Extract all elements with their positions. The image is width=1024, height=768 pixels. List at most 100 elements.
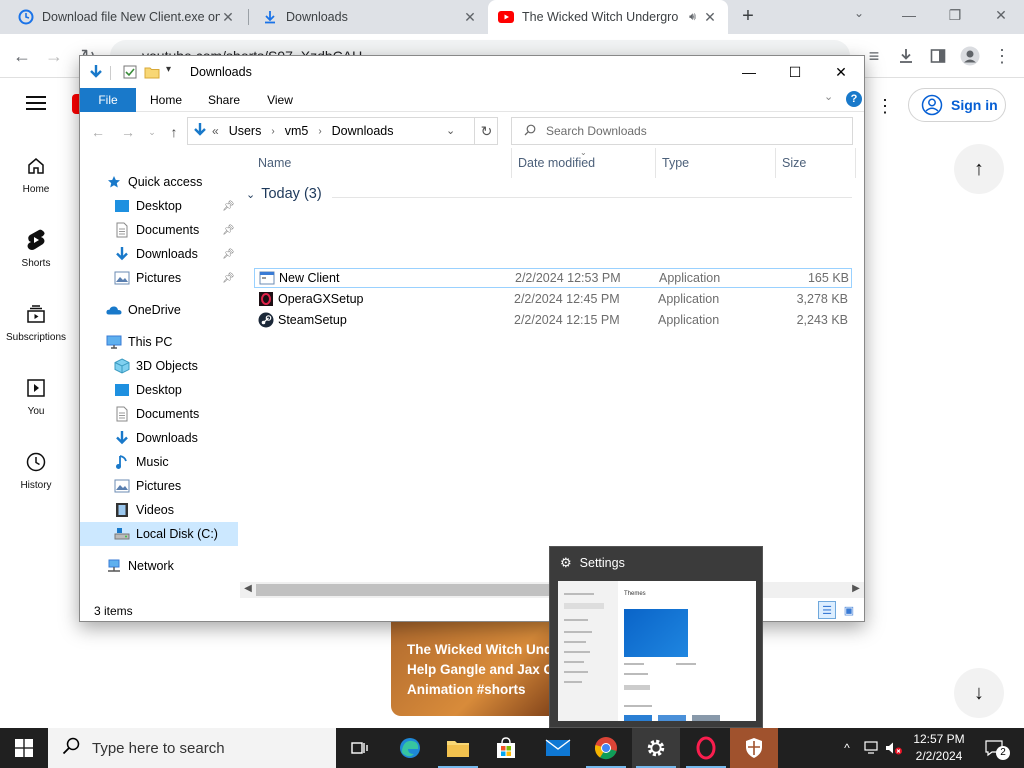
short-card[interactable]: The Wicked Witch Unde Help Gangle and Ja… — [391, 618, 561, 716]
side-panel-icon[interactable] — [926, 44, 950, 68]
nav-subscriptions[interactable]: Subscriptions — [0, 302, 72, 343]
start-button[interactable] — [0, 728, 48, 768]
maximize-icon[interactable]: ☐ — [772, 56, 818, 88]
customize-qat-icon[interactable]: ▾ — [166, 64, 182, 80]
scroll-down-button[interactable]: ↓ — [954, 668, 1004, 718]
forward-icon[interactable]: → — [120, 124, 136, 140]
chrome-menu-icon[interactable]: ⋮ — [990, 44, 1014, 68]
back-icon[interactable]: ← — [10, 44, 34, 68]
address-dropdown-icon[interactable]: ⌄ — [446, 124, 455, 137]
tab-youtube[interactable]: The Wicked Witch Undergro 🔊︎ ✕ — [488, 0, 728, 34]
details-view-icon[interactable]: ☰ — [818, 601, 836, 619]
close-icon[interactable]: ✕ — [462, 9, 478, 26]
nav-home[interactable]: Home — [0, 154, 72, 195]
chrome-taskbar-button[interactable] — [582, 728, 630, 768]
tab-downloads[interactable]: Downloads ✕ — [252, 0, 488, 34]
up-icon[interactable]: ↑ — [166, 124, 182, 140]
new-folder-icon[interactable] — [144, 64, 160, 80]
close-icon[interactable]: ✕ — [220, 9, 236, 26]
close-icon[interactable]: ✕ — [818, 56, 864, 88]
nav-local-disk[interactable]: Local Disk (C:) — [80, 522, 238, 546]
reading-list-icon[interactable]: ≡ — [862, 44, 886, 68]
downloads-icon[interactable] — [894, 44, 918, 68]
close-window-icon[interactable]: ✕ — [978, 0, 1024, 30]
file-row-steam[interactable]: SteamSetup 2/2/2024 12:15 PM Application… — [254, 310, 852, 330]
nav-quick-access[interactable]: Quick access — [80, 170, 238, 194]
expand-ribbon-icon[interactable]: ⌄ — [824, 90, 833, 103]
store-taskbar-button[interactable] — [482, 728, 530, 768]
new-tab-button[interactable]: + — [738, 6, 758, 28]
settings-thumbnail-preview[interactable]: ⚙ Settings Themes — [549, 546, 763, 728]
back-icon[interactable]: ← — [90, 124, 106, 140]
nav-onedrive[interactable]: OneDrive — [80, 298, 238, 322]
show-hidden-icons[interactable]: ^ — [838, 728, 856, 768]
system-clock[interactable]: 12:57 PM 2/2/2024 — [900, 731, 978, 765]
nav-pc-downloads[interactable]: Downloads — [80, 426, 238, 450]
breadcrumb-overflow[interactable]: « — [212, 124, 219, 138]
pin-icon[interactable]: 📌︎ — [222, 273, 235, 284]
refresh-icon[interactable]: ↻ — [474, 117, 498, 145]
settings-taskbar-button[interactable] — [632, 728, 680, 768]
nav-videos[interactable]: Videos — [80, 498, 238, 522]
ribbon-tab-view[interactable]: View — [256, 88, 304, 112]
help-icon[interactable]: ? — [846, 91, 862, 107]
nav-qa-downloads[interactable]: Downloads 📌︎ — [80, 242, 238, 266]
hamburger-menu-icon[interactable] — [26, 96, 46, 110]
file-explorer-taskbar-button[interactable] — [434, 728, 482, 768]
scroll-up-button[interactable]: ↑ — [954, 144, 1004, 194]
nav-shorts[interactable]: Shorts — [0, 228, 72, 269]
ribbon-tab-home[interactable]: Home — [142, 88, 190, 112]
pin-icon[interactable]: 📌︎ — [222, 249, 235, 260]
nav-music[interactable]: Music — [80, 450, 238, 474]
column-header-name[interactable]: Name — [252, 148, 512, 178]
nav-pc-desktop[interactable]: Desktop — [80, 378, 238, 402]
nav-qa-documents[interactable]: Documents 📌︎ — [80, 218, 238, 242]
scroll-left-icon[interactable]: ◀ — [240, 583, 256, 594]
ribbon-tab-share[interactable]: Share — [200, 88, 248, 112]
nav-you[interactable]: You — [0, 376, 72, 417]
recent-locations-icon[interactable]: ⌄ — [144, 124, 160, 140]
pin-icon[interactable]: 📌︎ — [222, 225, 235, 236]
breadcrumb-users[interactable]: Users — [229, 124, 262, 138]
pin-icon[interactable]: 📌︎ — [222, 201, 235, 212]
search-downloads-input[interactable]: Search Downloads — [511, 117, 853, 145]
nav-pc-documents[interactable]: Documents — [80, 402, 238, 426]
security-taskbar-button[interactable] — [730, 728, 778, 768]
speaker-icon[interactable]: 🔊︎ — [689, 11, 696, 24]
close-icon[interactable]: ✕ — [702, 9, 718, 26]
nav-qa-desktop[interactable]: Desktop 📌︎ — [80, 194, 238, 218]
nav-network[interactable]: Network — [80, 554, 238, 578]
notification-center-button[interactable]: 2 — [980, 728, 1010, 768]
large-icons-view-icon[interactable]: ▣ — [840, 601, 858, 619]
breadcrumb-vm5[interactable]: vm5 — [285, 124, 309, 138]
nav-pc-pictures[interactable]: Pictures — [80, 474, 238, 498]
sign-in-button[interactable]: Sign in — [908, 88, 1006, 122]
nav-history[interactable]: History — [0, 450, 72, 491]
restore-icon[interactable]: ❐ — [932, 0, 978, 30]
mail-taskbar-button[interactable] — [534, 728, 582, 768]
file-row-operagx[interactable]: OperaGXSetup 2/2/2024 12:45 PM Applicati… — [254, 289, 852, 309]
profile-icon[interactable] — [958, 44, 982, 68]
opera-gx-taskbar-button[interactable] — [682, 728, 730, 768]
tab-download-file[interactable]: Download file New Client.exe on ✕ — [8, 0, 246, 34]
group-header-today[interactable]: ⌄ Today (3) — [246, 186, 322, 202]
edge-taskbar-button[interactable] — [386, 728, 434, 768]
minimize-icon[interactable]: — — [886, 0, 932, 30]
scroll-right-icon[interactable]: ▶ — [848, 583, 864, 594]
properties-icon[interactable] — [122, 64, 138, 80]
column-header-type[interactable]: Type — [656, 148, 776, 178]
more-options-icon[interactable]: ⋮ — [876, 96, 894, 117]
task-view-button[interactable] — [336, 728, 384, 768]
breadcrumb-downloads[interactable]: Downloads — [332, 124, 394, 138]
nav-qa-pictures[interactable]: Pictures 📌︎ — [80, 266, 238, 290]
column-header-size[interactable]: Size — [776, 148, 856, 178]
taskbar-search-box[interactable]: Type here to search — [48, 728, 336, 768]
nav-3d-objects[interactable]: 3D Objects — [80, 354, 238, 378]
ribbon-tab-file[interactable]: File — [80, 88, 136, 112]
network-tray-icon[interactable] — [862, 728, 882, 768]
tab-search-icon[interactable]: ⌄ — [854, 6, 870, 20]
nav-this-pc[interactable]: This PC — [80, 330, 238, 354]
minimize-icon[interactable]: — — [726, 56, 772, 88]
file-row-new-client[interactable]: New Client 2/2/2024 12:53 PM Application… — [254, 268, 852, 288]
forward-icon[interactable]: → — [42, 44, 66, 68]
